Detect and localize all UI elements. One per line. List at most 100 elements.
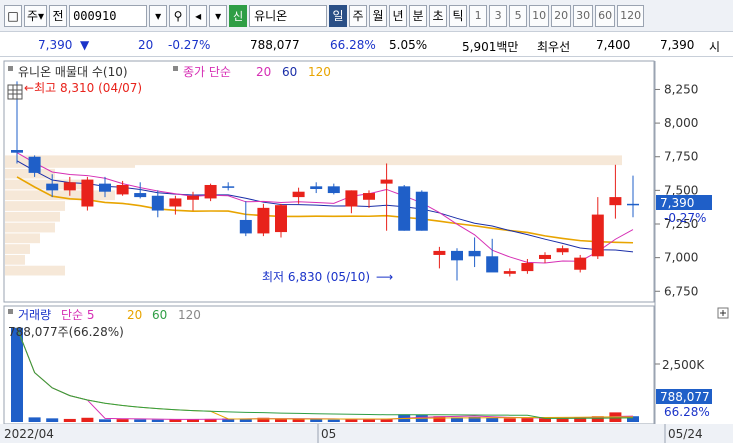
candle-body — [539, 254, 551, 259]
candle-body — [169, 198, 182, 207]
volume-bar — [99, 419, 111, 422]
candle-body — [556, 248, 569, 253]
candle-body — [134, 193, 147, 198]
search-icon[interactable]: ⚲ — [169, 4, 188, 27]
volume-bar — [134, 419, 147, 422]
price-y-axis: 8,2508,0007,7507,5007,2507,0006,750 — [655, 82, 698, 298]
volume-bar — [521, 418, 534, 422]
candle-body — [187, 195, 199, 200]
legend-ma60: 60 — [282, 65, 297, 79]
volume-profile-bar — [5, 265, 65, 276]
candle-body — [380, 179, 393, 184]
candle-body — [11, 150, 23, 153]
volume-profile-bar — [5, 254, 25, 265]
candle-body — [204, 184, 217, 199]
y-tick-label: 8,000 — [664, 116, 698, 130]
candle-body — [239, 219, 252, 234]
bid-price: 7,390 — [660, 38, 695, 52]
interval-3-button[interactable]: 3 — [489, 4, 508, 27]
volume-profile-bar — [5, 222, 55, 233]
volume-profile-bar — [5, 190, 115, 201]
period-year-button[interactable]: 년 — [389, 4, 408, 27]
candle-body — [503, 271, 516, 274]
y-tick-label: 7,750 — [664, 150, 698, 164]
volume-bar — [151, 419, 164, 422]
current-pct-tag-text: -0.27% — [664, 211, 706, 225]
candle-body — [363, 193, 375, 200]
candle-body — [292, 191, 305, 198]
y-tick-label: 6,750 — [664, 284, 698, 298]
prev-button[interactable]: 전 — [49, 4, 68, 27]
candle-body — [609, 197, 622, 206]
volume-profile-bar — [5, 244, 30, 254]
volume-value-label: 788,077주(66.28%) — [8, 325, 124, 339]
candle-body — [222, 186, 235, 188]
interval-120-button[interactable]: 120 — [617, 4, 645, 27]
volume-y-tick: 2,500K — [662, 358, 705, 372]
window-icon[interactable]: □ — [4, 4, 22, 27]
ask-price: 7,400 — [596, 38, 631, 52]
chart-toolbar: □ 주 ▾ 전 000910 ▾ ⚲ ◂ ▾ 신 유니온 일 주 월 년 분 초 … — [0, 0, 733, 32]
stock-chart-svg: 8,2508,0007,7507,5007,2507,0006,750 유니온 … — [0, 60, 733, 443]
new-badge: 신 — [229, 4, 248, 27]
y-tick-label: 8,250 — [664, 82, 698, 96]
interval-30-button[interactable]: 30 — [573, 4, 594, 27]
stock-code-input[interactable]: 000910 — [69, 4, 148, 27]
candle-body — [310, 186, 323, 190]
interval-60-button[interactable]: 60 — [595, 4, 616, 27]
table-grid-icon[interactable] — [7, 84, 23, 100]
candle-body — [468, 250, 481, 257]
price-panel-frame — [3, 60, 655, 303]
period-minute-button[interactable]: 분 — [409, 4, 428, 27]
period-week-button[interactable]: 주 — [349, 4, 368, 27]
volume-bar — [503, 418, 516, 422]
period-second-button[interactable]: 초 — [429, 4, 448, 27]
legend-square-icon — [8, 309, 13, 314]
volume-legend-title: 거래량 — [18, 308, 51, 322]
speaker-dropdown-icon[interactable]: ▾ — [209, 4, 228, 27]
candle-body — [151, 195, 164, 211]
period-tick-button[interactable]: 틱 — [449, 4, 468, 27]
legend-ma20: 20 — [256, 65, 271, 79]
volume-panel-frame — [3, 305, 655, 425]
candle-body — [451, 250, 463, 261]
volume-bar — [28, 417, 41, 422]
legend-ma120: 120 — [308, 65, 331, 79]
best-quote-label: 최우선 — [537, 40, 571, 54]
period-day-button[interactable]: 일 — [329, 4, 348, 27]
candle-body — [574, 257, 587, 270]
speaker-icon[interactable]: ◂ — [189, 4, 208, 27]
period-select[interactable]: 주 ▾ — [24, 4, 48, 27]
down-arrow-icon: ▼ — [80, 38, 90, 52]
candle-body — [415, 191, 428, 231]
stock-name-field[interactable]: 유니온 — [249, 4, 328, 27]
candle-body — [398, 186, 411, 231]
candle-body — [486, 256, 499, 273]
candle-body — [46, 183, 59, 191]
volume-bar — [116, 419, 129, 422]
candle-body — [99, 183, 111, 192]
candle-body — [521, 263, 534, 272]
candle-body — [116, 184, 129, 195]
code-dropdown-icon[interactable]: ▾ — [149, 4, 168, 27]
candle-body — [81, 179, 94, 207]
low-arrow-icon: ⟶ — [376, 270, 393, 284]
interval-1-button[interactable]: 1 — [469, 4, 488, 27]
volume-bar — [275, 419, 287, 422]
high-arrow-icon: ← — [24, 81, 34, 95]
x-label-end: 05/24 — [668, 427, 703, 441]
period-month-button[interactable]: 월 — [369, 4, 388, 27]
candle-body — [345, 190, 358, 207]
current-volume-pct-text: 66.28% — [664, 405, 710, 419]
price-change: 20 — [138, 38, 154, 52]
volume-bar — [310, 419, 323, 422]
volume-bar — [486, 417, 499, 422]
candle-body — [627, 203, 639, 206]
interval-20-button[interactable]: 20 — [551, 4, 572, 27]
price-legend-title: 유니온 매물대 수(10) — [18, 65, 128, 79]
interval-5-button[interactable]: 5 — [509, 4, 528, 27]
volume-legend-ma20: 20 — [127, 308, 142, 322]
volume-bar — [63, 418, 76, 422]
interval-10-button[interactable]: 10 — [529, 4, 550, 27]
expand-icon[interactable] — [717, 307, 729, 319]
